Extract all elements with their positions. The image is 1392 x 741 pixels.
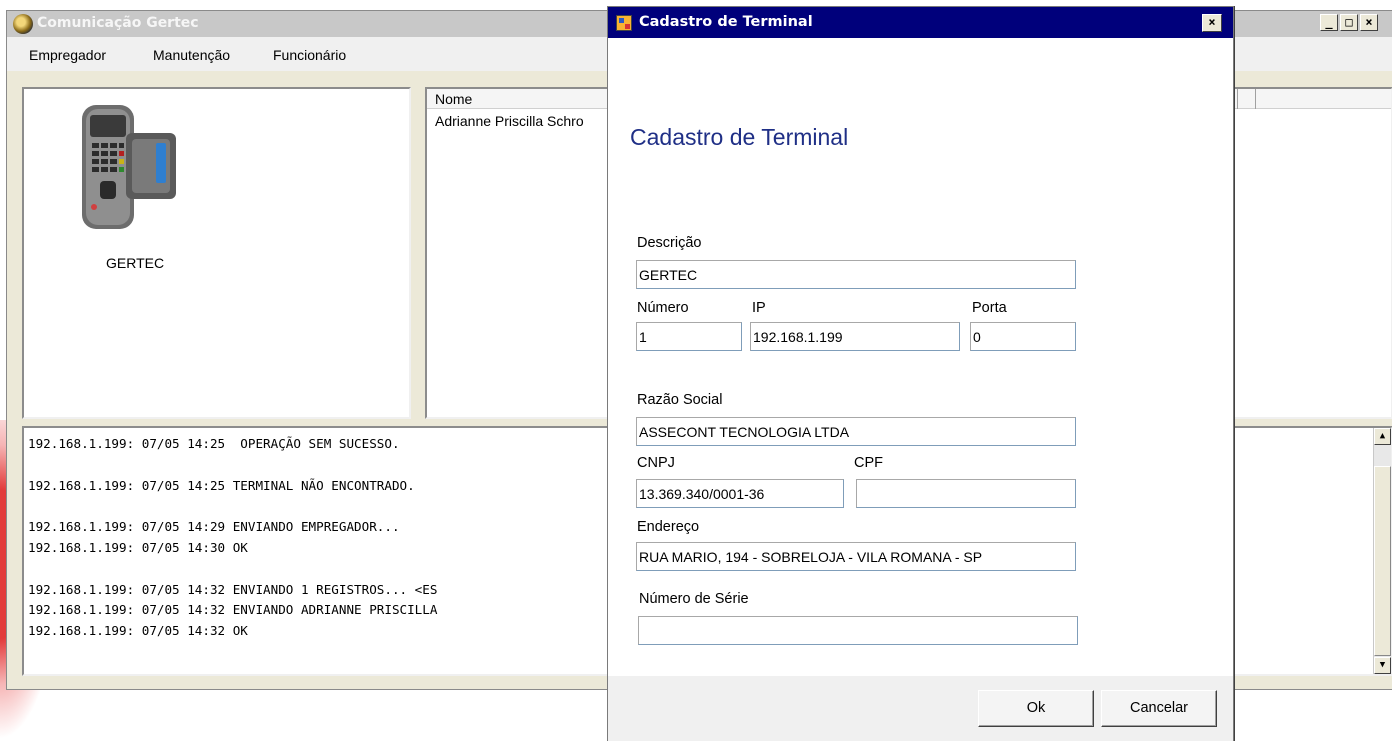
cancel-button[interactable]: Cancelar xyxy=(1101,690,1217,727)
porta-label: Porta xyxy=(972,300,1007,316)
log-line: 192.168.1.199: 07/05 14:32 OK xyxy=(28,623,248,639)
endereco-field[interactable]: RUA MARIO, 194 - SOBRELOJA - VILA ROMANA… xyxy=(636,542,1076,571)
terminal-device-icon xyxy=(82,105,176,229)
log-line: 192.168.1.199: 07/05 14:30 OK xyxy=(28,540,248,555)
column-header-nome[interactable]: Nome xyxy=(435,91,472,107)
column-separator[interactable] xyxy=(1237,89,1238,109)
descricao-field[interactable]: GERTEC xyxy=(636,260,1076,289)
descricao-label: Descrição xyxy=(637,235,702,251)
endereco-label: Endereço xyxy=(637,519,700,535)
cnpj-label: CNPJ xyxy=(637,455,675,471)
main-window-title: Comunicação Gertec xyxy=(37,15,199,31)
column-separator[interactable] xyxy=(1255,89,1256,109)
dialog-title: Cadastro de Terminal xyxy=(639,14,813,30)
terminal-label: GERTEC xyxy=(106,255,165,271)
log-line: 192.168.1.199: 07/05 14:29 ENVIANDO EMPR… xyxy=(28,519,400,535)
list-item[interactable]: Adrianne Priscilla Schro xyxy=(435,113,584,129)
log-line: 192.168.1.199: 07/05 14:25 OPERAÇÃO SEM … xyxy=(28,436,400,451)
scroll-up-arrow-icon[interactable]: ▲ xyxy=(1374,428,1391,445)
razao-social-label: Razão Social xyxy=(637,392,723,408)
main-close-button[interactable]: × xyxy=(1360,14,1378,31)
cpf-field[interactable] xyxy=(856,479,1076,508)
scroll-thumb[interactable] xyxy=(1374,466,1391,656)
log-line: 192.168.1.199: 07/05 14:25 TERMINAL NÃO … xyxy=(28,477,415,493)
cpf-label: CPF xyxy=(854,455,883,471)
dialog-close-button[interactable]: × xyxy=(1202,14,1222,32)
scroll-down-arrow-icon[interactable]: ▼ xyxy=(1374,657,1391,674)
numero-field[interactable]: 1 xyxy=(636,322,742,351)
dialog-footer: Ok Cancelar xyxy=(608,676,1233,741)
razao-social-field[interactable]: ASSECONT TECNOLOGIA LTDA xyxy=(636,417,1076,446)
maximize-button[interactable]: □ xyxy=(1340,14,1358,31)
cadastro-terminal-dialog: Cadastro de Terminal × Cadastro de Termi… xyxy=(607,6,1234,741)
ok-button[interactable]: Ok xyxy=(978,690,1094,727)
ip-label: IP xyxy=(752,300,766,316)
menu-funcionario[interactable]: Funcionário xyxy=(273,47,346,63)
numero-label: Número xyxy=(637,300,689,316)
log-line: 192.168.1.199: 07/05 14:32 ENVIANDO 1 RE… xyxy=(28,581,438,597)
numero-serie-label: Número de Série xyxy=(639,591,749,607)
desktop: Comunicação Gertec _ □ × Empregador Manu… xyxy=(0,0,1392,741)
log-scrollbar[interactable]: ▲ ▼ xyxy=(1373,428,1391,674)
cnpj-field[interactable]: 13.369.340/0001-36 xyxy=(636,479,844,508)
porta-field[interactable]: 0 xyxy=(970,322,1076,351)
ip-field[interactable]: 192.168.1.199 xyxy=(750,322,960,351)
log-line: 192.168.1.199: 07/05 14:32 ENVIANDO ADRI… xyxy=(28,602,438,618)
dialog-heading: Cadastro de Terminal xyxy=(630,124,849,150)
window-icon xyxy=(616,15,632,31)
minimize-button[interactable]: _ xyxy=(1320,14,1338,31)
menu-manutencao[interactable]: Manutenção xyxy=(153,47,230,63)
dialog-titlebar[interactable]: Cadastro de Terminal × xyxy=(608,7,1233,38)
app-gear-icon xyxy=(13,14,33,34)
numero-serie-field[interactable] xyxy=(638,616,1078,645)
terminal-panel: GERTEC xyxy=(22,87,411,419)
menu-empregador[interactable]: Empregador xyxy=(29,47,106,63)
